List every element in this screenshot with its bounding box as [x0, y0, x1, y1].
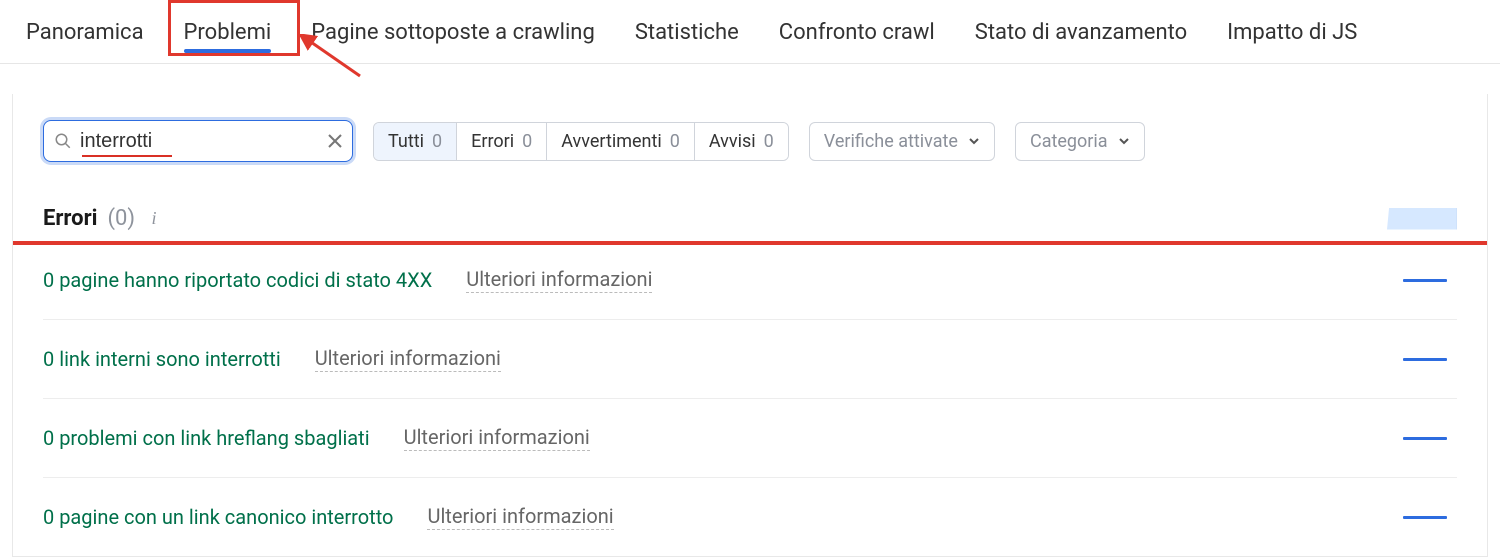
- search-icon: [54, 132, 72, 150]
- tab-confronto-crawl[interactable]: Confronto crawl: [773, 12, 941, 63]
- sparkline-icon: [1403, 279, 1447, 282]
- section-progress-badge: [1387, 208, 1457, 230]
- issue-title[interactable]: 0 link interni sono interrotti: [43, 347, 281, 371]
- search-box[interactable]: [43, 120, 353, 162]
- filter-seg-avvisi[interactable]: Avvisi 0: [695, 123, 788, 160]
- tab-panoramica[interactable]: Panoramica: [20, 12, 150, 63]
- issue-row: 0 pagine hanno riportato codici di stato…: [43, 241, 1457, 320]
- issues-panel: Tutti 0 Errori 0 Avvertimenti 0 Avvisi 0…: [12, 94, 1488, 557]
- filter-seg-count: 0: [764, 131, 774, 152]
- sparkline-icon: [1403, 516, 1447, 519]
- issue-row: 0 problemi con link hreflang sbagliati U…: [43, 399, 1457, 478]
- issue-title[interactable]: 0 pagine con un link canonico interrotto: [43, 505, 393, 529]
- filter-seg-avvertimenti[interactable]: Avvertimenti 0: [547, 123, 695, 160]
- tab-problemi[interactable]: Problemi: [178, 12, 278, 63]
- filter-segment-group: Tutti 0 Errori 0 Avvertimenti 0 Avvisi 0: [373, 122, 789, 161]
- issue-title[interactable]: 0 problemi con link hreflang sbagliati: [43, 426, 370, 450]
- filters-row: Tutti 0 Errori 0 Avvertimenti 0 Avvisi 0…: [43, 120, 1457, 162]
- chevron-down-icon: [1118, 135, 1130, 147]
- filter-seg-label: Errori: [471, 131, 514, 152]
- filter-seg-label: Avvisi: [709, 131, 756, 152]
- more-info-link[interactable]: Ulteriori informazioni: [466, 267, 652, 293]
- dropdown-verifiche-attivate[interactable]: Verifiche attivate: [809, 122, 995, 161]
- issue-row: 0 link interni sono interrotti Ulteriori…: [43, 320, 1457, 399]
- filter-seg-count: 0: [670, 131, 680, 152]
- info-icon[interactable]: i: [145, 210, 163, 228]
- tab-pagine-crawling[interactable]: Pagine sottoposte a crawling: [305, 12, 601, 63]
- chevron-down-icon: [968, 135, 980, 147]
- sparkline-icon: [1403, 437, 1447, 440]
- issue-row: 0 pagine con un link canonico interrotto…: [43, 478, 1457, 556]
- tab-impatto-js[interactable]: Impatto di JS: [1221, 12, 1363, 63]
- tab-statistiche[interactable]: Statistiche: [629, 12, 745, 63]
- dropdown-categoria[interactable]: Categoria: [1015, 122, 1145, 161]
- more-info-link[interactable]: Ulteriori informazioni: [404, 425, 590, 451]
- primary-tabs: Panoramica Problemi Pagine sottoposte a …: [0, 0, 1500, 64]
- filter-seg-errori[interactable]: Errori 0: [457, 123, 547, 160]
- sparkline-icon: [1403, 358, 1447, 361]
- tab-stato-avanzamento[interactable]: Stato di avanzamento: [969, 12, 1193, 63]
- dropdown-label: Verifiche attivate: [824, 131, 958, 152]
- filter-seg-count: 0: [432, 131, 442, 152]
- filter-seg-label: Tutti: [388, 131, 424, 152]
- clear-search-icon[interactable]: [328, 134, 342, 148]
- section-title: Errori: [43, 206, 97, 231]
- section-red-underline: [13, 241, 1487, 245]
- more-info-link[interactable]: Ulteriori informazioni: [427, 504, 613, 530]
- annotation-red-underline: [82, 155, 172, 157]
- issue-title[interactable]: 0 pagine hanno riportato codici di stato…: [43, 268, 432, 292]
- filter-seg-label: Avvertimenti: [561, 131, 662, 152]
- section-count: (0): [107, 206, 135, 231]
- filter-seg-count: 0: [522, 131, 532, 152]
- search-input[interactable]: [80, 130, 320, 153]
- dropdown-label: Categoria: [1030, 131, 1108, 152]
- section-head-errori: Errori (0) i: [43, 206, 1457, 241]
- more-info-link[interactable]: Ulteriori informazioni: [315, 346, 501, 372]
- filter-seg-tutti[interactable]: Tutti 0: [374, 123, 457, 160]
